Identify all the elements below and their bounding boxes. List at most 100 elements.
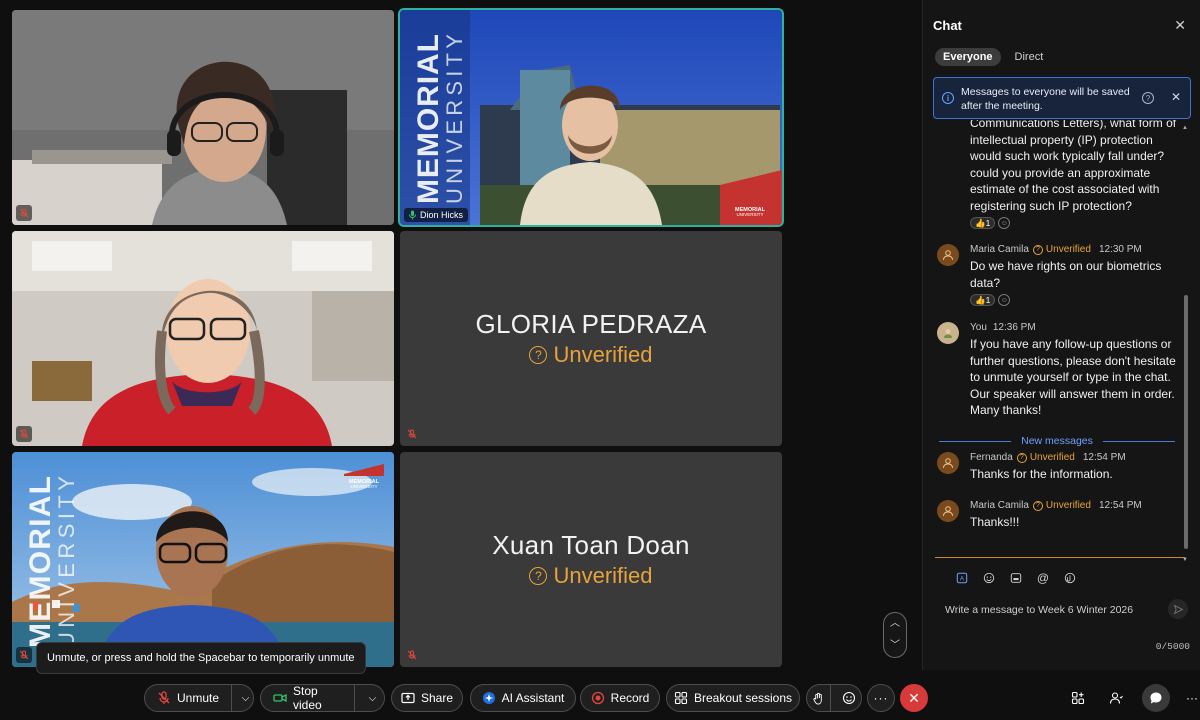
more-options-button[interactable]: ···: [867, 684, 895, 712]
video-page-scroller[interactable]: ︿ ﹀: [883, 612, 907, 658]
stop-video-button[interactable]: Stop video: [261, 684, 355, 712]
unmute-button-group: Unmute ⌵: [144, 684, 254, 712]
unverified-label: Unverified: [1045, 500, 1091, 511]
video-tile-xuan-toan-doan[interactable]: Xuan Toan Doan ? Unverified: [400, 452, 782, 667]
record-label: Record: [610, 691, 650, 705]
message-body: Thanks for the information.: [970, 466, 1184, 483]
share-screen-icon: [401, 691, 415, 705]
attach-icon[interactable]: [1063, 571, 1077, 585]
raise-hand-icon[interactable]: [807, 685, 832, 711]
info-icon: i: [942, 92, 954, 104]
add-reaction-icon[interactable]: ☺: [998, 294, 1011, 306]
question-circle-icon: ?: [1032, 244, 1043, 255]
chevron-down-icon[interactable]: ﹀: [890, 641, 900, 651]
chevron-up-icon[interactable]: ︿: [890, 619, 900, 629]
ai-assistant-label: AI Assistant: [501, 691, 565, 705]
unmute-tooltip: Unmute, or press and hold the Spacebar t…: [36, 642, 366, 674]
unmute-button[interactable]: Unmute: [145, 685, 233, 711]
tab-direct[interactable]: Direct: [1007, 48, 1052, 66]
message-input[interactable]: Write a message to Week 6 Winter 2026: [945, 604, 1133, 616]
message-text: Thanks for the information.: [970, 467, 1113, 481]
message-time: 12:36 PM: [992, 322, 1036, 333]
muted-mic-icon: [16, 647, 32, 663]
chat-message: You 12:36 PM If you have any follow-up q…: [937, 322, 1187, 432]
memorial-university-watermark: MEMORIAL UNIVERSITY: [16, 462, 80, 652]
gif-icon[interactable]: [1009, 571, 1023, 585]
muted-mic-icon: [404, 647, 420, 663]
video-tile-dion-hicks[interactable]: MEMORIAL UNIVERSITY MEMORIAL UNIVERSITY D…: [398, 8, 784, 227]
chat-bubble-icon[interactable]: [1142, 684, 1170, 712]
thumbs-up-reaction[interactable]: 👍1: [970, 294, 996, 306]
message-time: 12:54 PM: [1098, 500, 1142, 511]
close-chat-icon[interactable]: ✕: [1174, 17, 1186, 34]
character-count: 0/5000: [1155, 641, 1190, 652]
apps-icon[interactable]: [1064, 684, 1092, 712]
ai-assistant-button[interactable]: AI Assistant: [470, 684, 576, 712]
question-circle-icon: ?: [1016, 452, 1027, 463]
divider-line: [1102, 440, 1175, 442]
message-body: Thanks!!!: [970, 514, 1184, 531]
send-icon[interactable]: [1168, 599, 1188, 619]
chat-message: Communications Letters), what form of in…: [970, 120, 1182, 229]
stop-video-button-group: Stop video ⌵: [260, 684, 385, 712]
mic-on-icon: [409, 210, 416, 220]
scrollbar-thumb[interactable]: [1184, 295, 1188, 549]
message-text: Do we have rights on our biometrics data…: [970, 259, 1162, 290]
chat-message: Fernanda ? Unverified 12:54 PM Thanks for…: [937, 452, 1187, 492]
unverified-badge: ? Unverified: [1032, 500, 1091, 511]
video-off-placeholder: GLORIA PEDRAZA ? Unverified: [400, 231, 782, 446]
message-meta: Maria Camila ? Unverified 12:30 PM: [970, 244, 1142, 255]
memorial-university-logo: MEMORIAL UNIVERSITY: [342, 462, 386, 490]
message-text: Thanks!!!: [970, 515, 1020, 529]
notice-text: Messages to everyone will be saved after…: [961, 86, 1130, 112]
participant-name-tag: Dion Hicks: [404, 208, 469, 222]
panel-toggles: ···: [1060, 684, 1200, 712]
emoji-icon[interactable]: [982, 571, 996, 585]
scroll-up-arrow-icon[interactable]: ▲: [1182, 125, 1188, 131]
memorial-university-watermark: MEMORIAL UNIVERSITY: [404, 20, 468, 210]
thumbs-up-reaction[interactable]: 👍1: [970, 217, 996, 229]
close-x-icon: ✕: [908, 689, 920, 706]
unverified-label: Unverified: [1029, 452, 1075, 463]
record-button[interactable]: Record: [580, 684, 660, 712]
chat-message-list[interactable]: Communications Letters), what form of in…: [923, 120, 1187, 558]
sender-name: You: [970, 322, 987, 333]
question-circle-icon: ?: [529, 346, 548, 364]
new-messages-label: New messages: [1021, 435, 1093, 447]
breakout-grid-icon: [674, 691, 688, 705]
svg-text:MEMORIAL: MEMORIAL: [24, 476, 57, 648]
new-messages-divider: New messages: [939, 435, 1175, 447]
reactions-button-group: [806, 684, 862, 712]
video-tile-gloria-pedraza[interactable]: GLORIA PEDRAZA ? Unverified: [400, 231, 782, 446]
video-tile-participant-3[interactable]: [12, 231, 394, 446]
emoji-reaction-icon[interactable]: [837, 685, 861, 711]
share-button[interactable]: Share: [391, 684, 463, 712]
add-reaction-icon[interactable]: ☺: [998, 217, 1011, 229]
svg-text:UNIVERSITY: UNIVERSITY: [54, 476, 79, 648]
muted-mic-icon: [404, 426, 420, 442]
chat-scrollbar[interactable]: ▲ ▼: [1182, 125, 1189, 563]
text-format-icon[interactable]: A: [955, 571, 969, 585]
close-notice-icon[interactable]: ✕: [1171, 90, 1181, 104]
video-tile-participant-1[interactable]: [12, 10, 394, 225]
message-text: Communications Letters), what form of in…: [970, 120, 1177, 213]
participant-name: Dion Hicks: [420, 210, 464, 220]
message-body: If you have any follow-up questions or f…: [970, 336, 1184, 419]
more-dots-icon: ···: [873, 691, 889, 705]
video-tile-participant-5[interactable]: MEMORIAL UNIVERSITY MEMORIAL UNIVERSITY: [12, 452, 394, 667]
more-panels-icon[interactable]: ···: [1178, 684, 1200, 712]
leave-meeting-button[interactable]: ✕: [900, 684, 928, 712]
participants-icon[interactable]: [1102, 684, 1130, 712]
unverified-badge: ? Unverified: [1016, 452, 1075, 463]
mention-icon[interactable]: @: [1036, 571, 1050, 585]
help-icon[interactable]: ?: [1142, 92, 1154, 104]
unverified-badge: ? Unverified: [529, 342, 653, 368]
meeting-control-bar: Unmute ⌵ Stop video ⌵ Share AI Assistant…: [0, 684, 1200, 712]
breakout-sessions-button[interactable]: Breakout sessions: [666, 684, 800, 712]
question-circle-icon: ?: [529, 567, 548, 585]
message-time: 12:30 PM: [1098, 244, 1142, 255]
video-options-chevron-down-icon[interactable]: ⌵: [361, 685, 384, 711]
audio-options-chevron-down-icon[interactable]: ⌵: [238, 685, 253, 711]
tab-everyone[interactable]: Everyone: [935, 48, 1001, 66]
sender-name: Maria Camila: [970, 244, 1029, 255]
